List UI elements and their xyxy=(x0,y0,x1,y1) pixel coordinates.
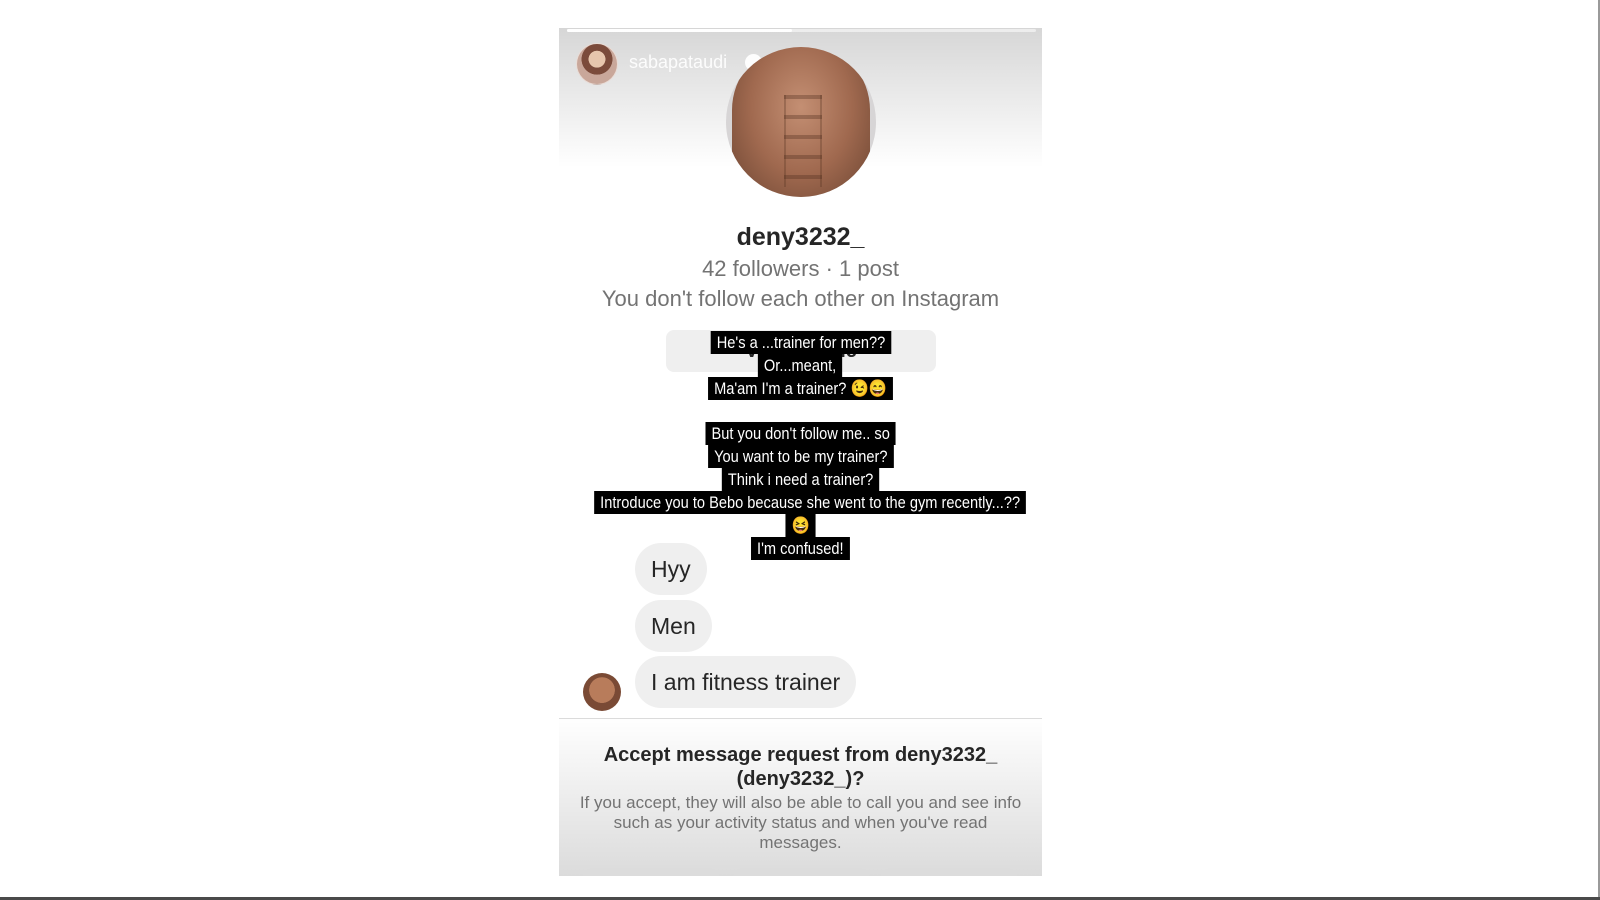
caption-line: You want to be my trainer? xyxy=(707,445,894,468)
sender-avatar[interactable] xyxy=(583,673,621,711)
caption-line: I'm confused! xyxy=(751,537,850,560)
message-bubble[interactable]: I am fitness trainer xyxy=(635,656,857,708)
accept-button[interactable] xyxy=(881,868,1017,876)
caption-line: Think i need a trainer? xyxy=(721,468,880,491)
message-bubble[interactable]: Men xyxy=(635,600,712,652)
block-button[interactable] xyxy=(583,868,719,876)
caption-line: Or...meant, xyxy=(758,354,843,377)
caption-line: Ma'am I'm a trainer? 😉😄 xyxy=(708,377,893,400)
caption-emoji: 😆 xyxy=(785,514,816,537)
story-progress-fill xyxy=(567,29,793,32)
caption-line: But you don't follow me.. so xyxy=(705,422,896,445)
profile-photo[interactable] xyxy=(726,47,876,197)
profile-stats: 42 followers · 1 post xyxy=(702,256,899,281)
story-progress-bar xyxy=(567,29,1036,32)
delete-button[interactable] xyxy=(733,868,869,876)
message-request-title: Accept message request from deny3232_ (d… xyxy=(603,744,998,790)
message-request-info: If you accept, they will also be able to… xyxy=(579,793,1022,852)
story-caption-overlay: He's a ...trainer for men?? Or...meant, … xyxy=(559,331,1042,571)
caption-line: Introduce you to Bebo because she went t… xyxy=(594,491,1027,514)
profile-username: deny3232_ xyxy=(736,223,865,251)
caption-line: He's a ...trainer for men?? xyxy=(710,331,891,354)
follow-status-note: You don't follow each other on Instagram xyxy=(601,286,1000,311)
story-author-username[interactable]: sabapataudi xyxy=(629,52,727,73)
abs-detail xyxy=(784,95,822,187)
divider xyxy=(559,718,1042,719)
story-viewer[interactable]: sabapataudi 5h deny3232_ 42 followers · … xyxy=(559,28,1042,876)
story-author-avatar[interactable] xyxy=(576,43,618,85)
